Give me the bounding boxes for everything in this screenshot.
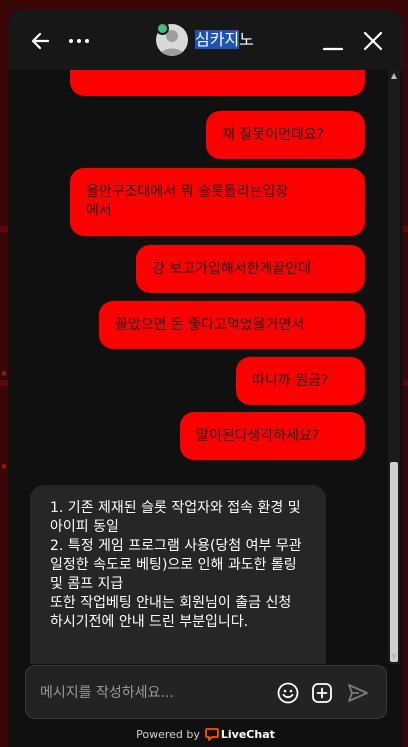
visitor-message: 재 잘못이먼데요? (206, 111, 365, 159)
scroll-up-icon[interactable]: ▲ (389, 71, 399, 81)
message-input[interactable] (38, 681, 264, 705)
visitor-message: 걍 보고가입해서한게끝인데 (136, 245, 365, 293)
powered-by-footer[interactable]: Powered by LiveChat (8, 728, 403, 747)
message-composer (25, 665, 387, 719)
livechat-logo-icon (204, 728, 219, 744)
chat-header: 심카지노 (8, 10, 403, 70)
message-text: 꼴았으면 돈 좋다고먹었을거면서 (115, 316, 305, 333)
agent-name-highlighted: 심카지 (195, 30, 240, 49)
visitor-message: 올안구조대에서 뭐 슬롯돌리는입장 에서 (70, 168, 365, 236)
visitor-message: 말이된다생각하세요? (180, 412, 365, 460)
send-icon[interactable] (346, 681, 370, 705)
message-text: 올안구조대에서 뭐 슬롯돌리는입장 에서 (86, 184, 289, 219)
back-arrow-icon[interactable] (28, 28, 54, 54)
visitor-message: 꼴았으면 돈 좋다고먹었을거면서 (99, 301, 365, 349)
more-dots-icon[interactable] (66, 28, 92, 54)
message-list: 재 잘못이먼데요? 올안구조대에서 뭐 슬롯돌리는입장 에서 걍 보고가입해서한… (8, 70, 386, 664)
message-text: 재 잘못이먼데요? (222, 126, 325, 143)
agent-name: 심카지노 (195, 30, 254, 50)
scrollbar-thumb[interactable] (390, 462, 398, 662)
online-status-dot (156, 22, 169, 35)
chat-widget: 심카지노 재 잘못이먼데요? 올안구조대에서 뭐 슬롯돌리는입장 에서 걍 보고… (8, 10, 403, 747)
message-text: 말이된다생각하세요? (196, 427, 320, 444)
message-text: 걍 보고가입해서한게끝인데 (152, 260, 312, 277)
agent-message: 1. 기존 제재된 슬롯 작업자와 접속 환경 및 아이피 동일 2. 특정 게… (30, 485, 326, 664)
close-icon[interactable] (360, 28, 386, 54)
powered-by-text: Powered by (136, 728, 200, 741)
visitor-message-partial (70, 70, 365, 96)
emoji-icon[interactable] (276, 681, 300, 705)
agent-name-rest: 노 (239, 30, 254, 49)
visitor-message: 따니까 원금? (236, 357, 365, 405)
attach-plus-icon[interactable] (310, 681, 334, 705)
minimize-icon[interactable] (320, 28, 346, 54)
scroll-down-icon[interactable]: ▼ (389, 652, 399, 662)
message-text: 따니까 원금? (252, 372, 329, 389)
livechat-brand: LiveChat (220, 728, 275, 741)
